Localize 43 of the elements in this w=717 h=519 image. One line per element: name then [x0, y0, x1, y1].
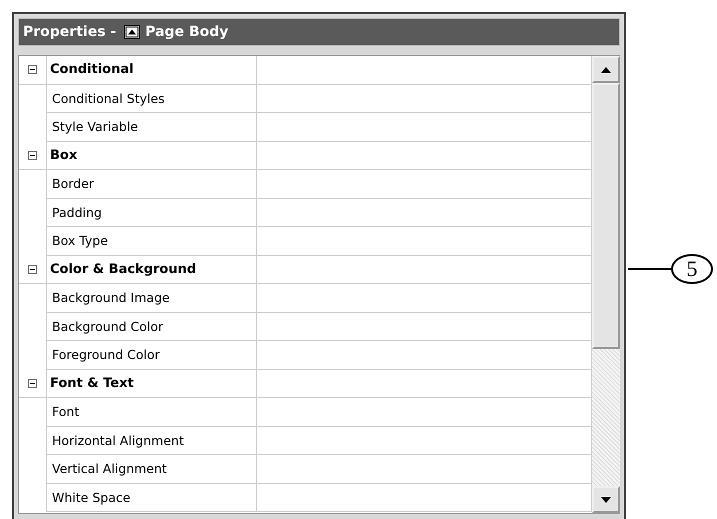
value-cell[interactable] [257, 398, 592, 426]
scroll-thumb[interactable] [592, 83, 620, 349]
value-cell[interactable] [257, 170, 592, 198]
value-cell[interactable] [257, 484, 592, 512]
value-cell[interactable] [257, 84, 592, 113]
value-cell[interactable] [257, 455, 592, 484]
collapse-icon[interactable] [27, 264, 38, 275]
property-name[interactable]: Style Variable [46, 113, 257, 142]
value-cell[interactable] [257, 113, 592, 142]
category-label[interactable]: Conditional [46, 56, 257, 84]
down-triangle-icon [601, 496, 612, 502]
up-triangle-icon [601, 66, 612, 72]
scrollbar[interactable] [592, 56, 620, 513]
property-name[interactable]: Border [46, 170, 257, 198]
value-cell[interactable] [257, 341, 592, 370]
collapse-icon[interactable] [27, 150, 38, 161]
value-cell[interactable] [257, 426, 592, 455]
category-label[interactable]: Color & Background [46, 256, 257, 284]
value-cell[interactable] [257, 312, 592, 341]
property-name[interactable]: Font [46, 398, 257, 426]
property-name[interactable]: Vertical Alignment [46, 455, 257, 484]
leader-line [628, 268, 672, 270]
object-name: Page Body [145, 24, 228, 40]
property-name[interactable]: Horizontal Alignment [46, 426, 257, 455]
property-name[interactable]: Conditional Styles [46, 84, 257, 113]
value-cell[interactable] [257, 198, 592, 227]
property-name[interactable]: Box Type [46, 227, 257, 256]
collapse-icon[interactable] [27, 64, 38, 76]
collapse-icon[interactable] [27, 378, 38, 389]
panel-title: Properties - [23, 24, 116, 40]
callout-number: 5 [671, 254, 713, 284]
value-cell[interactable] [257, 227, 592, 256]
property-name[interactable]: Background Color [46, 312, 257, 341]
category-label[interactable]: Box [46, 142, 257, 170]
property-name[interactable]: White Space [46, 484, 257, 512]
scroll-up-button[interactable] [592, 56, 620, 83]
property-name[interactable]: Foreground Color [46, 341, 257, 370]
page-icon [124, 25, 140, 39]
property-name[interactable]: Background Image [46, 284, 257, 312]
property-name[interactable]: Padding [46, 198, 257, 227]
value-cell[interactable] [257, 284, 592, 312]
scroll-down-button[interactable] [592, 486, 620, 513]
category-label[interactable]: Font & Text [46, 370, 257, 398]
